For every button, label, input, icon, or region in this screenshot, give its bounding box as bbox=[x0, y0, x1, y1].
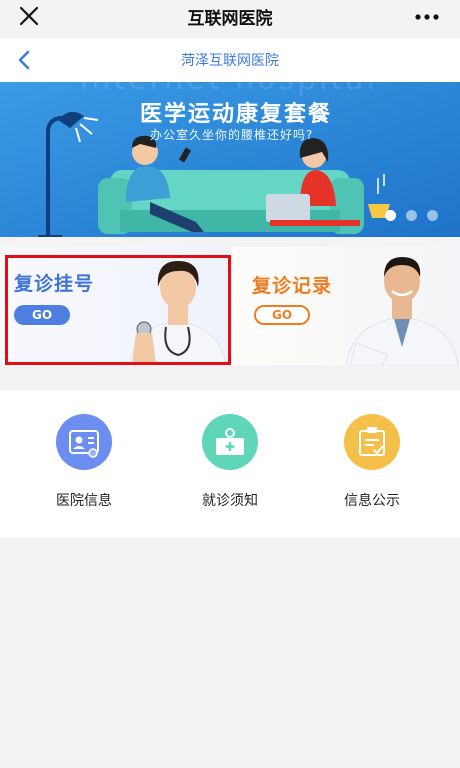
male-doctor-image bbox=[345, 257, 459, 365]
menu-item-hospital-info[interactable]: 医院信息 bbox=[24, 414, 144, 510]
promo-banner[interactable]: internet hospital 医学运动康复套餐 办公室久坐你的腰椎还好吗? bbox=[0, 82, 460, 237]
info-publish-icon bbox=[344, 414, 400, 470]
page-header: 菏泽互联网医院 bbox=[0, 38, 460, 82]
wechat-top-bar: 互联网医院 bbox=[0, 0, 460, 34]
highlight-box bbox=[5, 255, 231, 365]
carousel-dot[interactable] bbox=[427, 210, 438, 221]
card-title: 复诊记录 bbox=[252, 275, 333, 297]
hospital-info-icon bbox=[56, 414, 112, 470]
more-icon[interactable] bbox=[412, 3, 442, 31]
wechat-title: 互联网医院 bbox=[187, 9, 273, 29]
menu-item-medical-notice[interactable]: 就诊须知 bbox=[170, 414, 290, 510]
banner-title: 医学运动康复套餐 bbox=[140, 102, 333, 127]
follow-up-records-card[interactable]: 复诊记录 GO bbox=[232, 247, 460, 365]
menu-label: 信息公示 bbox=[344, 493, 400, 509]
banner-subtitle: 办公室久坐你的腰椎还好吗? bbox=[150, 128, 314, 142]
page-title: 菏泽互联网医院 bbox=[181, 53, 279, 69]
medical-notice-icon bbox=[202, 414, 258, 470]
function-menu: 医院信息 就诊须知 信息公示 bbox=[0, 390, 460, 538]
menu-item-info-publish[interactable]: 信息公示 bbox=[312, 414, 432, 510]
banner-watermark: internet hospital bbox=[80, 82, 378, 97]
carousel-dot[interactable] bbox=[406, 210, 417, 221]
go-button[interactable]: GO bbox=[254, 305, 310, 325]
menu-label: 医院信息 bbox=[56, 493, 112, 509]
carousel-indicator bbox=[385, 210, 438, 221]
carousel-dot[interactable] bbox=[385, 210, 396, 221]
menu-label: 就诊须知 bbox=[202, 493, 258, 509]
